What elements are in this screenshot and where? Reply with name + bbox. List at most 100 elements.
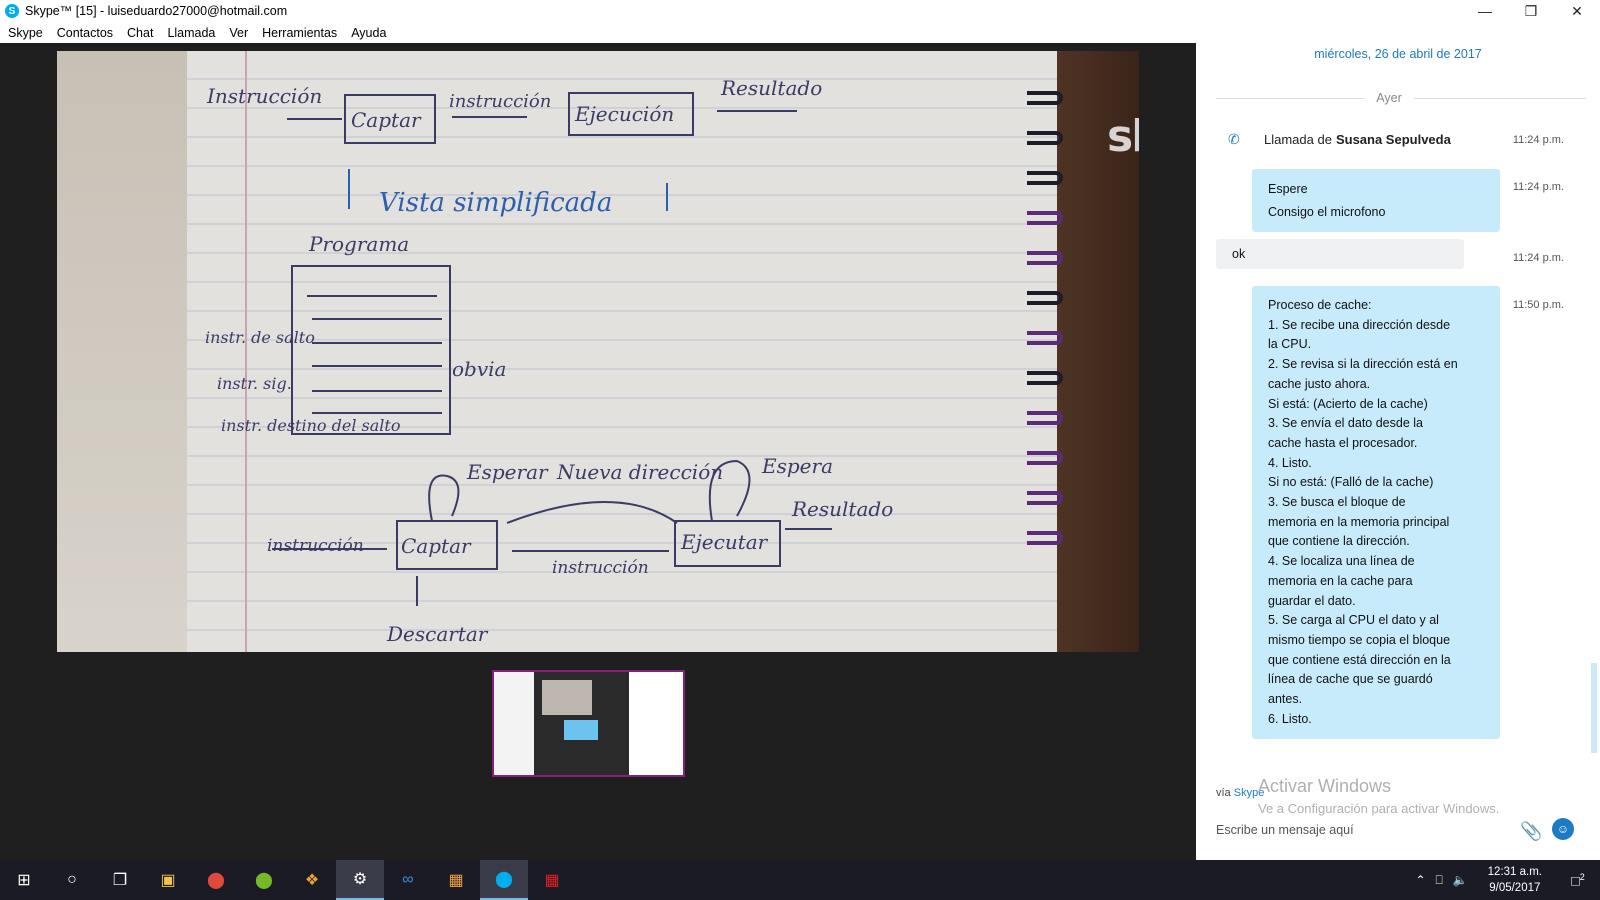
network-icon[interactable]: ⎕: [1436, 873, 1443, 888]
steam-icon[interactable]: ⚙: [336, 860, 384, 900]
sketch-label-ejecucion: Ejecución: [574, 102, 674, 126]
tray-chevron-up-icon[interactable]: ⌃: [1415, 873, 1425, 887]
message-bubble-incoming[interactable]: ok: [1216, 239, 1464, 269]
windows-taskbar: ⊞ ○ ❐ ▣ ⬤ ⬤ ❖ ⚙ ∞ ▦ ⬤ ▦ ⌃ ⎕ 🔈 12:31 a.m.…: [0, 860, 1600, 900]
call-event: ✆ Llamada de Susana Sepulveda: [1228, 131, 1451, 147]
message-line: cache justo ahora.: [1268, 376, 1371, 391]
day-divider-label: Ayer: [1364, 91, 1414, 105]
attach-file-icon[interactable]: 📎: [1520, 821, 1542, 842]
menu-chat[interactable]: Chat: [127, 26, 153, 40]
windows-start-icon[interactable]: ⊞: [0, 860, 48, 900]
close-button[interactable]: ✕: [1554, 0, 1600, 22]
minimize-button[interactable]: —: [1462, 0, 1508, 22]
menu-herramientas[interactable]: Herramientas: [262, 26, 337, 40]
menu-skype[interactable]: Skype: [8, 26, 43, 40]
menu-llamada[interactable]: Llamada: [167, 26, 215, 40]
menu-contactos[interactable]: Contactos: [57, 26, 113, 40]
sketch-label-ejecutar: Ejecutar: [680, 530, 769, 554]
message-line: antes.: [1268, 692, 1303, 707]
skype-watermark: skype: [1107, 111, 1139, 162]
menu-ver[interactable]: Ver: [229, 26, 248, 40]
sketch-label-programa: Programa: [308, 232, 409, 256]
volume-icon[interactable]: 🔈: [1453, 873, 1468, 887]
message-line: ok: [1232, 247, 1246, 261]
message-line: 6. Listo.: [1268, 711, 1312, 726]
message-line: 5. Se carga al CPU el dato y al: [1268, 613, 1439, 628]
message-line: 3. Se busca el bloque de: [1268, 495, 1406, 510]
sketch-label-instruccion: Instrucción: [206, 84, 322, 108]
message-time: 11:50 p.m.: [1512, 299, 1564, 311]
sketch-label-captar-2: Captar: [401, 534, 472, 558]
message-input[interactable]: Escribe un mensaje aquí: [1216, 823, 1354, 837]
message-line: memoria en la memoria principal: [1268, 514, 1450, 529]
message-bubble-outgoing[interactable]: Espere Consigo el microfono: [1252, 169, 1500, 232]
menu-ayuda[interactable]: Ayuda: [351, 26, 386, 40]
sketch-label-esperar: Esperar: [466, 460, 549, 484]
search-icon[interactable]: ○: [48, 860, 96, 900]
clock-time: 12:31 a.m.: [1487, 866, 1542, 878]
call-prefix: Llamada de: [1264, 131, 1332, 147]
taskbar-clock[interactable]: 12:31 a.m. 9/05/2017: [1488, 864, 1542, 896]
chat-date-header: miércoles, 26 de abril de 2017: [1314, 47, 1482, 61]
sketch-label-descartar: Descartar: [386, 622, 489, 646]
handwritten-diagram: Instrucción Captar instrucción Ejecución…: [205, 76, 893, 646]
self-view-thumbnail[interactable]: [492, 670, 685, 777]
title-bar: S Skype™ [15] - luiseduardo27000@hotmail…: [0, 0, 1600, 22]
chat-scrollbar[interactable]: [1591, 663, 1597, 753]
git-icon[interactable]: ❖: [288, 860, 336, 900]
message-line: Espere: [1268, 182, 1308, 196]
chat-panel: miércoles, 26 de abril de 2017 Ayer ✆ Ll…: [1196, 43, 1600, 860]
file-explorer-icon[interactable]: ▣: [144, 860, 192, 900]
sketch-label-instruccion-4: instrucción: [552, 558, 649, 578]
task-view-icon[interactable]: ❐: [96, 860, 144, 900]
message-line: que contiene la dirección.: [1268, 534, 1410, 549]
sketch-label-instruccion-2: instrucción: [449, 91, 551, 112]
message-line: 1. Se recibe una dirección desde: [1268, 317, 1451, 332]
message-time: 11:24 p.m.: [1512, 181, 1564, 193]
sketch-label-instr-destino: instr. destino del salto: [221, 416, 400, 435]
call-time: 11:24 p.m.: [1512, 134, 1564, 146]
sketch-label-espera: Espera: [761, 454, 833, 478]
skype-taskbar-icon[interactable]: ⬤: [480, 860, 528, 900]
action-center-icon[interactable]: □2: [1556, 872, 1600, 889]
message-line: mismo tiempo se copia el bloque: [1268, 632, 1451, 647]
visual-studio-icon[interactable]: ∞: [384, 860, 432, 900]
remote-video[interactable]: Instrucción Captar instrucción Ejecución…: [57, 51, 1139, 652]
activate-windows-title: Activar Windows: [1258, 776, 1392, 796]
clock-date: 9/05/2017: [1489, 882, 1541, 894]
message-line: que contiene está dirección en la: [1268, 652, 1451, 667]
via-prefix: vía: [1216, 787, 1234, 799]
message-line: 3. Se envía el dato desde la: [1268, 416, 1423, 431]
sketch-label-captar: Captar: [351, 108, 422, 132]
message-line: la CPU.: [1268, 337, 1312, 352]
notification-count: 2: [1579, 871, 1585, 882]
message-line: Consigo el microfono: [1268, 205, 1386, 219]
message-line: Si no está: (Falló de la cache): [1268, 475, 1434, 490]
activate-windows-subtitle: Ve a Configuración para activar Windows.: [1258, 801, 1500, 816]
system-tray: ⌃ ⎕ 🔈 12:31 a.m. 9/05/2017 □2: [1415, 860, 1600, 900]
utorrent-icon[interactable]: ⬤: [240, 860, 288, 900]
message-line: memoria en la cache para: [1268, 573, 1413, 588]
incoming-call-icon: ✆: [1228, 131, 1240, 147]
sublime-text-icon[interactable]: ▦: [432, 860, 480, 900]
acrobat-icon[interactable]: ▦: [528, 860, 576, 900]
message-line: 2. Se revisa si la dirección está en: [1268, 357, 1458, 372]
sketch-label-instr-sig: instr. sig.: [217, 374, 292, 393]
message-line: Si está: (Acierto de la cache): [1268, 396, 1428, 411]
message-line: Proceso de cache:: [1268, 298, 1372, 312]
video-call-area: Instrucción Captar instrucción Ejecución…: [0, 43, 1196, 860]
message-line: línea de cache que se guardó: [1268, 672, 1433, 687]
sketch-label-obvia: obvia: [452, 357, 506, 381]
message-bubble-outgoing[interactable]: Proceso de cache: 1. Se recibe una direc…: [1252, 286, 1500, 740]
sketch-label-nueva-direccion: Nueva dirección: [556, 460, 723, 484]
emoticon-icon[interactable]: ☺: [1552, 818, 1574, 840]
message-time: 11:24 p.m.: [1512, 252, 1564, 264]
restore-button[interactable]: ❐: [1508, 0, 1554, 22]
sketch-label-vista: Vista simplificada: [379, 188, 612, 218]
message-line: 4. Listo.: [1268, 455, 1312, 470]
menu-bar: Skype Contactos Chat Llamada Ver Herrami…: [0, 22, 1600, 43]
caller-name[interactable]: Susana Sepulveda: [1336, 132, 1451, 147]
chrome-icon[interactable]: ⬤: [192, 860, 240, 900]
sketch-label-instruccion-3: instrucción: [267, 536, 364, 556]
message-line: guardar el dato.: [1268, 593, 1356, 608]
